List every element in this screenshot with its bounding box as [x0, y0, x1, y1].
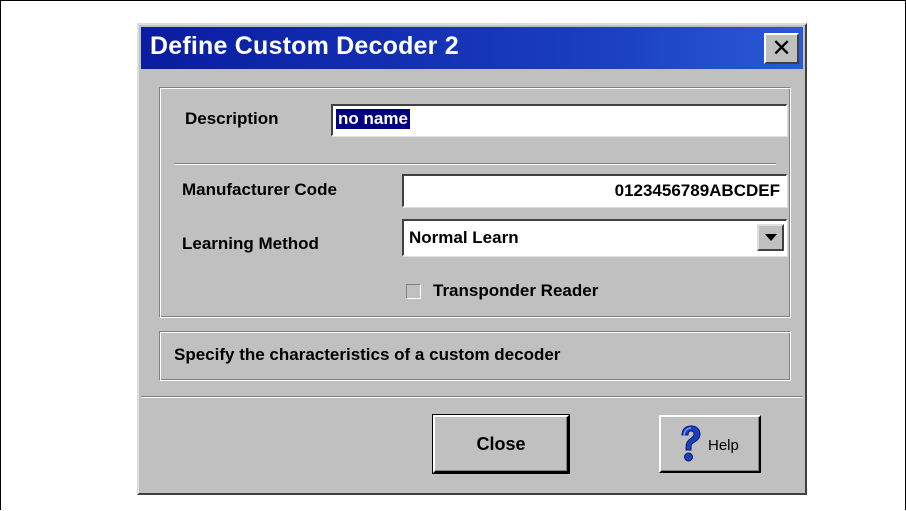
learning-method-value: Normal Learn — [409, 228, 519, 247]
manufacturer-code-label: Manufacturer Code — [182, 180, 337, 199]
close-icon: ✕ — [771, 35, 792, 62]
chevron-down-icon[interactable] — [757, 224, 784, 251]
transponder-reader-label[interactable]: Transponder Reader — [433, 281, 598, 301]
close-window-button[interactable]: ✕ — [764, 33, 799, 64]
decoder-settings-group: Description no name Manufacturer Code 01… — [159, 87, 791, 318]
question-mark-icon — [681, 425, 701, 462]
learning-method-dropdown[interactable]: Normal Learn — [402, 219, 787, 256]
status-text: Specify the characteristics of a custom … — [174, 345, 561, 364]
description-label: Description — [185, 109, 279, 128]
close-button[interactable]: Close — [432, 414, 570, 474]
help-button-label: Help — [708, 437, 739, 454]
title-bar[interactable]: Define Custom Decoder 2 ✕ — [141, 27, 803, 69]
description-value: no name — [335, 108, 411, 130]
manufacturer-code-value: 0123456789ABCDEF — [614, 181, 780, 200]
help-button[interactable]: Help — [659, 415, 761, 473]
define-custom-decoder-dialog: Define Custom Decoder 2 ✕ Description no… — [137, 23, 807, 495]
learning-method-label: Learning Method — [182, 234, 319, 253]
status-panel: Specify the characteristics of a custom … — [159, 331, 791, 381]
transponder-reader-checkbox[interactable] — [406, 284, 421, 299]
description-field[interactable]: no name — [331, 104, 787, 136]
button-area-divider — [141, 396, 803, 398]
manufacturer-code-field[interactable]: 0123456789ABCDEF — [402, 174, 787, 207]
section-divider — [174, 163, 776, 165]
window-title: Define Custom Decoder 2 — [150, 32, 459, 60]
close-button-label: Close — [476, 434, 526, 454]
